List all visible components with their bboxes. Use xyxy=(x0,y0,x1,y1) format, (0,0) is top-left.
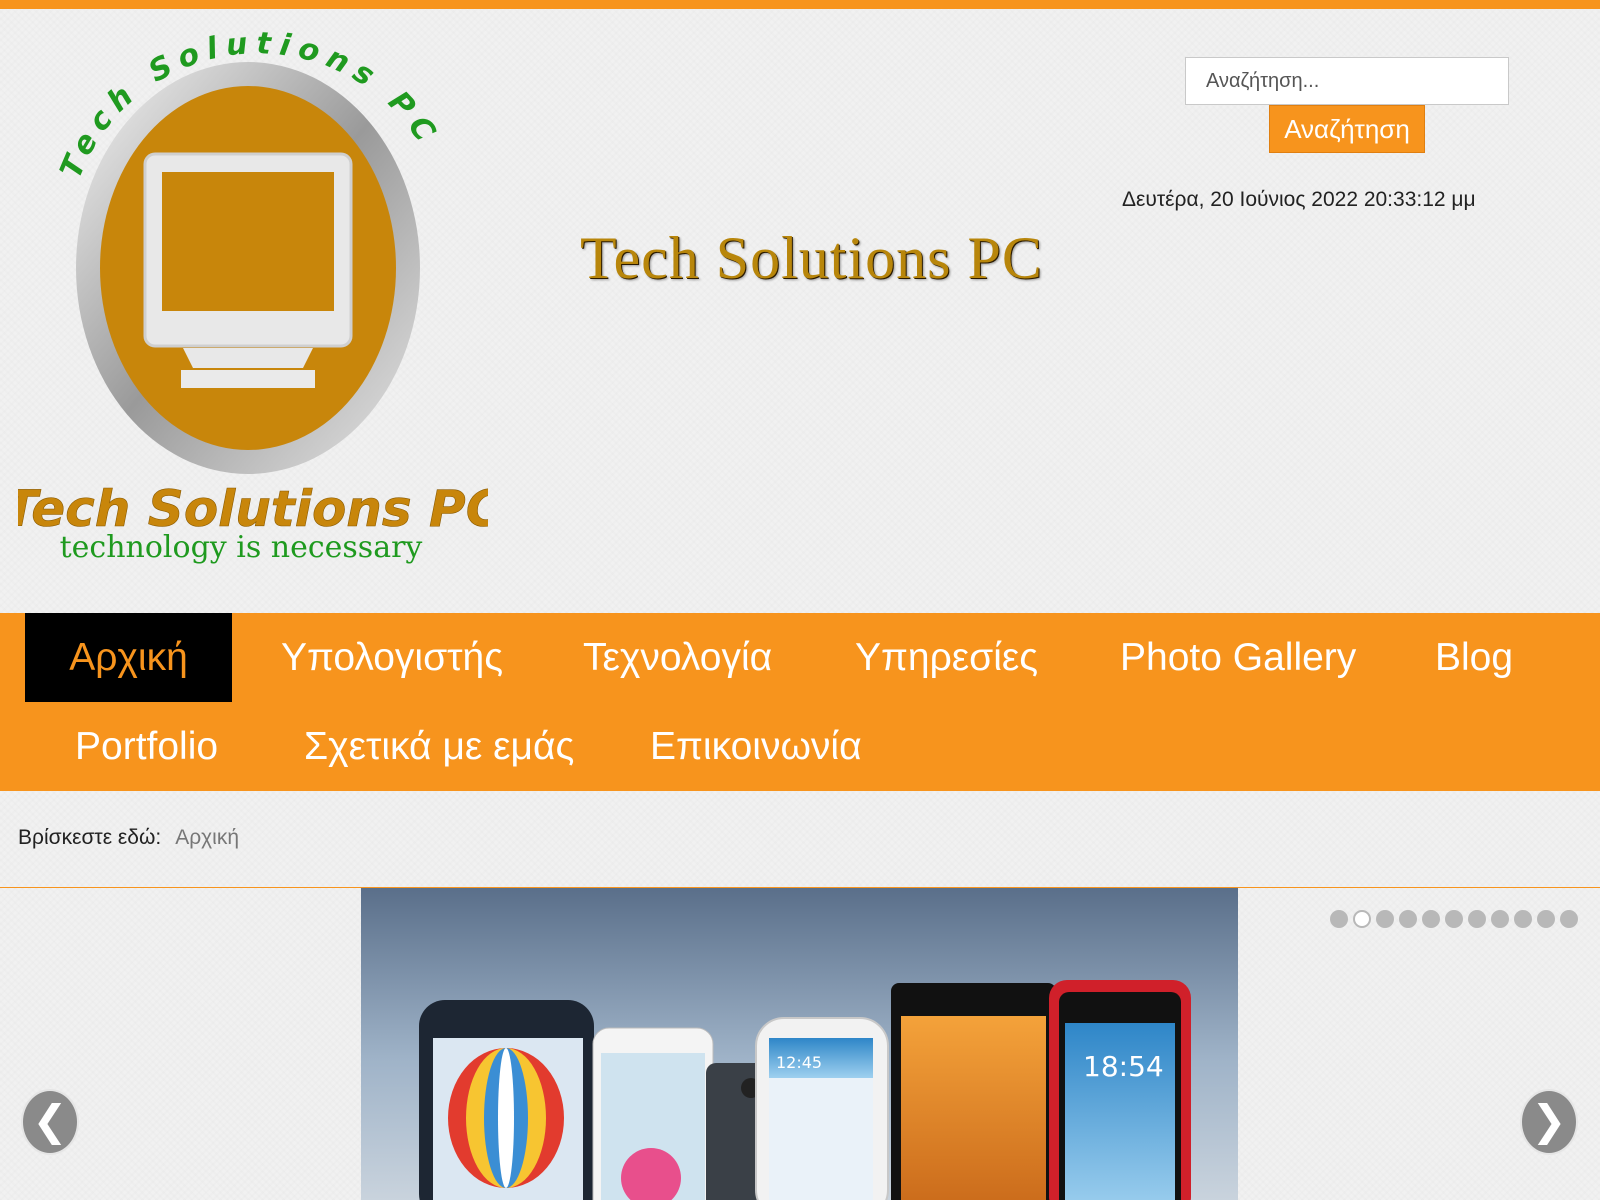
nav-item-blog[interactable]: Blog xyxy=(1435,613,1513,702)
nav-item-services[interactable]: Υπηρεσίες xyxy=(855,613,1038,702)
phone-clock-2: 18:54 xyxy=(1083,1050,1164,1083)
slider-prev-button[interactable]: ❮ xyxy=(21,1089,79,1155)
search-input[interactable] xyxy=(1185,57,1509,105)
search-button[interactable]: Αναζήτηση xyxy=(1269,105,1425,153)
slider-dot[interactable] xyxy=(1399,910,1417,928)
slider-dot[interactable] xyxy=(1491,910,1509,928)
slider-dot-active[interactable] xyxy=(1353,910,1371,928)
slider-dot[interactable] xyxy=(1376,910,1394,928)
slider-dot[interactable] xyxy=(1445,910,1463,928)
nav-item-computer[interactable]: Υπολογιστής xyxy=(281,613,503,702)
slider-dot[interactable] xyxy=(1560,910,1578,928)
nav-item-contact[interactable]: Επικοινωνία xyxy=(650,702,862,791)
balloon-graphic xyxy=(448,1048,564,1188)
page-title: Tech Solutions PC xyxy=(580,225,1043,291)
phone-clock-1: 12:45 xyxy=(776,1053,822,1072)
current-datetime: Δευτέρα, 20 Ιούνιος 2022 20:33:12 μμ xyxy=(1122,188,1476,211)
logo-tagline: technology is necessary xyxy=(60,530,423,565)
nav-item-photo-gallery[interactable]: Photo Gallery xyxy=(1120,613,1356,702)
smartphones-illustration: 12:45 18:54 xyxy=(361,888,1238,1200)
monitor-neck xyxy=(183,348,313,368)
nav-item-home[interactable]: Αρχική xyxy=(25,613,232,702)
top-accent-strip xyxy=(0,0,1600,9)
breadcrumb-label: Βρίσκεστε εδώ: xyxy=(18,826,162,849)
monitor-screen xyxy=(162,172,334,311)
site-logo[interactable]: Tech Solutions PC Tech Solutions PC tech… xyxy=(18,30,488,590)
nav-item-technology[interactable]: Τεχνολογία xyxy=(583,613,772,702)
slider-dot[interactable] xyxy=(1330,910,1348,928)
slider-next-button[interactable]: ❯ xyxy=(1520,1089,1578,1155)
main-navigation: Αρχική Υπολογιστής Τεχνολογία Υπηρεσίες … xyxy=(0,613,1600,791)
slider-dot[interactable] xyxy=(1514,910,1532,928)
nav-item-portfolio[interactable]: Portfolio xyxy=(75,702,218,791)
breadcrumb: Βρίσκεστε εδώ: Αρχική xyxy=(18,826,239,850)
logo-graphic: Tech Solutions PC Tech Solutions PC tech… xyxy=(18,30,488,565)
slider-dot[interactable] xyxy=(1537,910,1555,928)
nav-item-about-us[interactable]: Σχετικά με εμάς xyxy=(304,702,574,791)
slider-dot[interactable] xyxy=(1422,910,1440,928)
slider-dot[interactable] xyxy=(1468,910,1486,928)
monitor-stand xyxy=(181,370,315,388)
slider-image: 12:45 18:54 xyxy=(361,888,1238,1200)
breadcrumb-home-link[interactable]: Αρχική xyxy=(175,826,239,849)
